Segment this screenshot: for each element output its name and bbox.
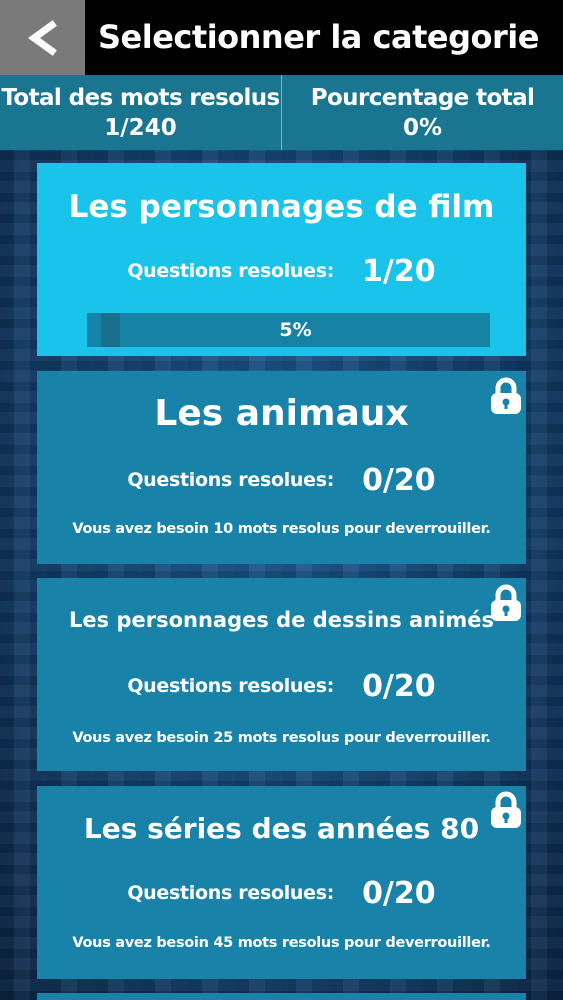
category-title: Les personnages de film bbox=[68, 189, 495, 225]
questions-label: Questions resolues: bbox=[127, 260, 335, 282]
questions-label: Questions resolues: bbox=[127, 675, 335, 697]
questions-row: Questions resolues: 0/20 bbox=[37, 873, 526, 913]
back-arrow-icon bbox=[27, 19, 57, 56]
unlock-requirement: Vous avez besoin 45 mots resolus pour de… bbox=[72, 935, 491, 951]
category-card-animals[interactable]: Les animaux Questions resolues: 0/20 Vou… bbox=[37, 371, 526, 564]
questions-row: Questions resolues: 1/20 bbox=[37, 251, 526, 291]
category-card-next[interactable] bbox=[37, 993, 526, 1000]
lock-icon bbox=[491, 377, 521, 414]
total-percent-label: Pourcentage total bbox=[310, 84, 535, 111]
questions-count: 0/20 bbox=[362, 875, 436, 911]
top-bar: Selectionner la categorie bbox=[0, 0, 563, 75]
total-percent-value: 0% bbox=[402, 114, 443, 141]
questions-label: Questions resolues: bbox=[127, 469, 335, 491]
category-title: Les personnages de dessins animés bbox=[69, 608, 494, 632]
questions-label: Questions resolues: bbox=[127, 882, 335, 904]
lock-icon bbox=[491, 584, 521, 621]
progress-bar: 5% bbox=[87, 313, 490, 347]
stats-bar: Total des mots resolus 1/240 Pourcentage… bbox=[0, 75, 563, 150]
unlock-requirement: Vous avez besoin 25 mots resolus pour de… bbox=[72, 730, 491, 746]
total-solved-label: Total des mots resolus bbox=[1, 84, 280, 111]
questions-row: Questions resolues: 0/20 bbox=[37, 666, 526, 706]
back-button[interactable] bbox=[0, 0, 85, 75]
category-title: Les animaux bbox=[154, 393, 409, 434]
progress-percent: 5% bbox=[279, 319, 312, 341]
category-card-80s-series[interactable]: Les séries des années 80 Questions resol… bbox=[37, 786, 526, 979]
questions-count: 1/20 bbox=[362, 253, 436, 289]
questions-count: 0/20 bbox=[362, 462, 436, 498]
category-card-cartoon-characters[interactable]: Les personnages de dessins animés Questi… bbox=[37, 578, 526, 771]
unlock-requirement: Vous avez besoin 10 mots resolus pour de… bbox=[72, 521, 491, 537]
category-title: Les séries des années 80 bbox=[83, 812, 480, 845]
category-card-film-characters[interactable]: Les personnages de film Questions resolu… bbox=[37, 163, 526, 356]
questions-count: 0/20 bbox=[362, 668, 436, 704]
page-title: Selectionner la categorie bbox=[98, 18, 539, 56]
total-percent-stat: Pourcentage total 0% bbox=[281, 75, 563, 150]
lock-icon bbox=[491, 791, 521, 828]
total-solved-stat: Total des mots resolus 1/240 bbox=[0, 75, 281, 150]
total-solved-value: 1/240 bbox=[104, 114, 177, 141]
questions-row: Questions resolues: 0/20 bbox=[37, 460, 526, 500]
